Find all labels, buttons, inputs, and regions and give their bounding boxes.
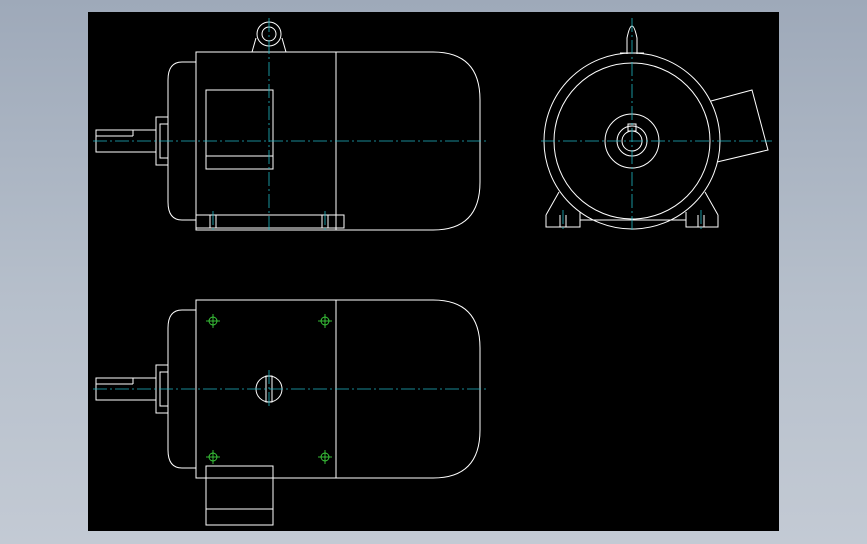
end-foot-right xyxy=(685,191,719,228)
bolt-mark-bottom-right xyxy=(318,450,332,464)
end-view xyxy=(541,18,772,232)
bolt-mark-top-right xyxy=(318,314,332,328)
cad-drawing xyxy=(93,18,772,526)
terminal-box xyxy=(205,89,274,170)
top-view xyxy=(93,299,487,526)
bolt-mark-bottom-left xyxy=(206,450,220,464)
side-view xyxy=(93,18,487,232)
top-terminal-box xyxy=(205,465,274,526)
bolt-mark-top-left xyxy=(206,314,220,328)
